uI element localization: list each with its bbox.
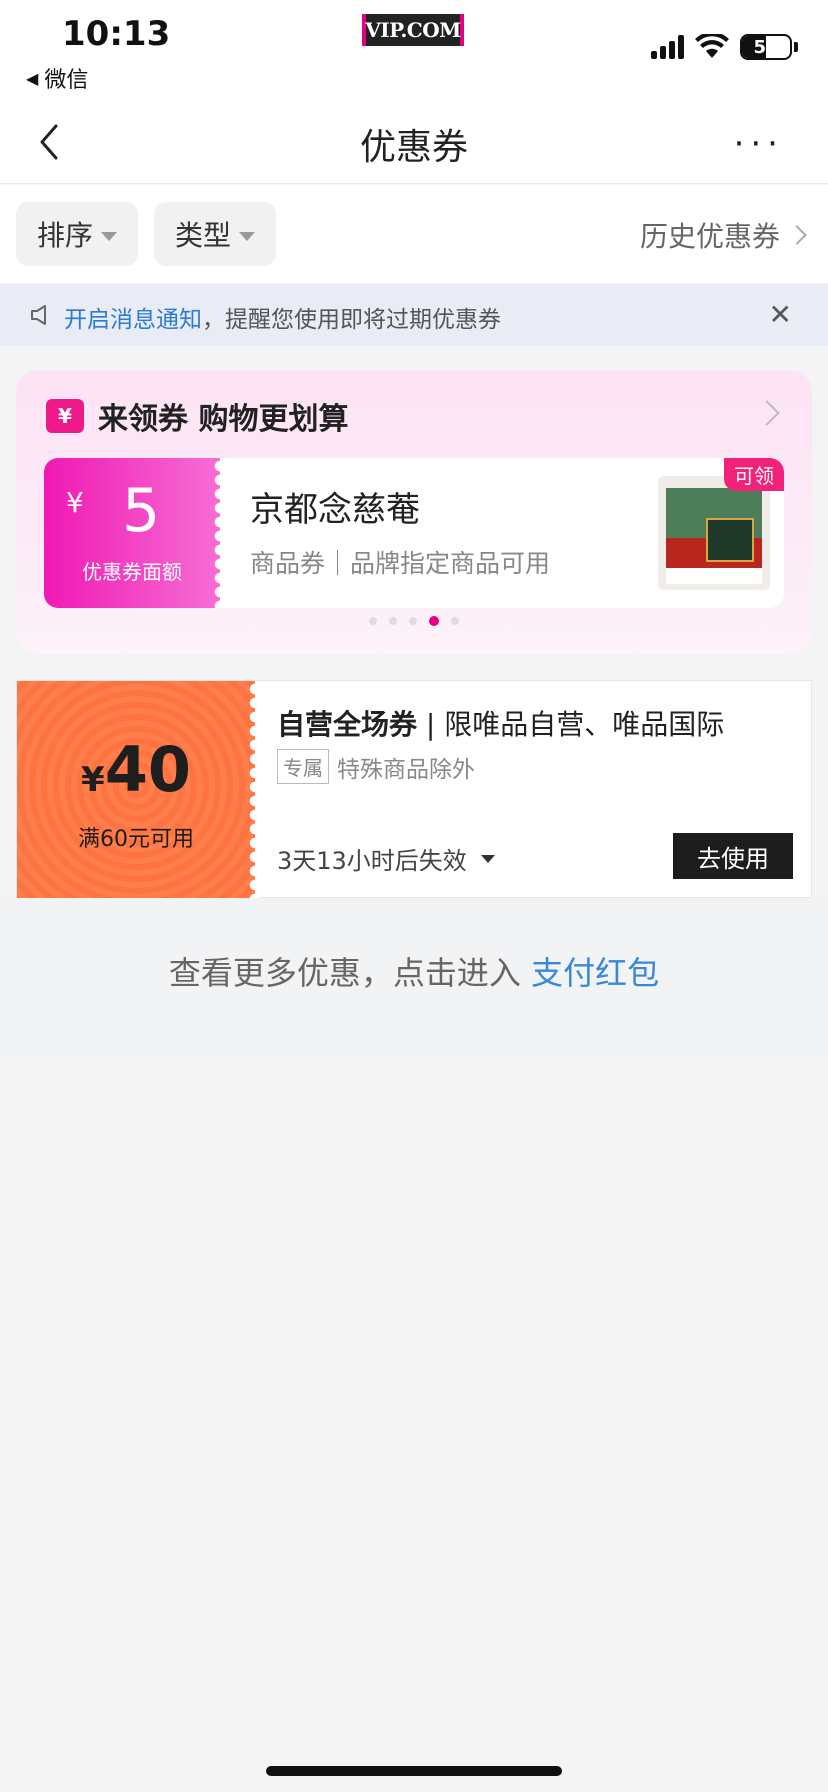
back-triangle-icon: ◀	[26, 68, 39, 88]
promo-coupon-card[interactable]: ¥ 5 优惠券面额 京都念慈菴 商品券｜品牌指定商品可用 可领	[44, 458, 784, 608]
expiry-text: 3天13小时后失效	[277, 847, 467, 875]
more-menu-icon[interactable]: ···	[734, 124, 784, 164]
filter-bar: 排序 类型 历史优惠券	[0, 185, 828, 283]
type-dropdown[interactable]: 类型	[154, 202, 276, 266]
coupon-tag-row: 专属 特殊商品除外	[277, 749, 475, 784]
promo-amount: 5	[122, 476, 161, 546]
promo-shop-name: 京都念慈菴	[250, 490, 420, 530]
coupon-currency: ¥	[81, 760, 105, 800]
coupon-value-panel: ¥40 满60元可用	[17, 681, 263, 899]
enable-notification-link[interactable]: 开启消息通知	[64, 307, 202, 333]
product-image	[666, 488, 762, 584]
home-indicator[interactable]	[266, 1766, 562, 1776]
chevron-right-icon[interactable]	[754, 400, 780, 426]
vip-logo: VIP.COM	[362, 14, 464, 46]
sort-label: 排序	[36, 219, 93, 252]
coupon-amount: 40	[104, 733, 191, 806]
notice-text: 开启消息通知，提醒您使用即将过期优惠券	[64, 300, 501, 334]
history-label: 历史优惠券	[639, 220, 780, 253]
battery-cap	[794, 42, 798, 52]
payment-red-envelope-link[interactable]: 支付红包	[531, 954, 659, 992]
ticket-notch	[247, 681, 263, 899]
product-thumbnail	[658, 476, 770, 590]
more-offers-text: 查看更多优惠，点击进入 支付红包	[0, 948, 828, 994]
more-offers-label: 查看更多优惠，点击进入	[168, 954, 532, 992]
coupon-title-rest: | 限唯品自营、唯品国际	[417, 708, 725, 741]
system-icons: 50	[651, 34, 798, 60]
close-icon[interactable]: ✕	[769, 298, 792, 331]
caret-down-icon	[239, 231, 255, 241]
coupon-card: ¥40 满60元可用 自营全场券 | 限唯品自营、唯品国际 专属 特殊商品除外 …	[16, 680, 812, 899]
carousel-dot[interactable]	[409, 617, 417, 625]
status-time: 10:13	[62, 14, 171, 54]
ticket-notch	[212, 458, 228, 608]
promo-currency: ¥	[66, 486, 84, 519]
coupon-exclusion: 特殊商品除外	[337, 756, 475, 783]
coupon-title-bold: 自营全场券	[277, 708, 418, 741]
promo-title: 来领券 购物更划算	[98, 402, 349, 437]
use-coupon-button[interactable]: 去使用	[673, 833, 793, 879]
battery-icon: 50	[740, 34, 792, 60]
more-offers-area: 查看更多优惠，点击进入 支付红包	[0, 898, 828, 1058]
promo-coupon-value: ¥ 5 优惠券面额	[44, 458, 228, 608]
coupon-title: 自营全场券 | 限唯品自营、唯品国际	[277, 703, 724, 743]
promo-description: 商品券｜品牌指定商品可用	[250, 549, 551, 578]
status-bar: 10:13 ◀ 微信 VIP.COM 50	[0, 0, 828, 100]
carousel-dot[interactable]	[451, 617, 459, 625]
sort-dropdown[interactable]: 排序	[16, 202, 138, 266]
exclusive-tag: 专属	[277, 749, 329, 784]
ticket-yen-icon: ¥	[46, 399, 84, 433]
coupon-condition: 满60元可用	[78, 827, 194, 852]
type-label: 类型	[174, 219, 231, 252]
caret-down-icon	[480, 854, 495, 863]
back-to-app-link[interactable]: ◀ 微信	[26, 62, 88, 94]
notification-banner: 开启消息通知，提醒您使用即将过期优惠券 ✕	[0, 284, 828, 346]
chevron-right-icon	[787, 225, 807, 245]
promo-header[interactable]: ¥ 来领券 购物更划算	[46, 394, 348, 438]
page-title: 优惠券	[359, 127, 468, 168]
expiry-dropdown[interactable]: 3天13小时后失效	[277, 841, 495, 876]
nav-bar: 优惠券 ···	[0, 100, 828, 184]
speaker-icon	[31, 305, 46, 325]
caret-down-icon	[101, 231, 117, 241]
promo-amount-label: 优惠券面额	[82, 560, 182, 584]
notice-message: ，提醒您使用即将过期优惠券	[202, 307, 501, 333]
promo-coupon-panel: ¥ 来领券 购物更划算 ¥ 5 优惠券面额 京都念慈菴 商品券｜品牌指定商品可用…	[16, 370, 812, 654]
back-app-label: 微信	[44, 68, 89, 93]
wifi-icon	[695, 34, 729, 58]
coupon-value: ¥40	[17, 733, 255, 806]
carousel-dots	[16, 616, 812, 626]
claimable-badge: 可领	[724, 458, 784, 491]
carousel-dot[interactable]	[429, 616, 439, 626]
cellular-signal-icon	[651, 35, 684, 59]
battery-level: 50	[753, 36, 779, 58]
carousel-dot[interactable]	[389, 617, 397, 625]
carousel-dot[interactable]	[369, 617, 377, 625]
history-coupons-link[interactable]: 历史优惠券	[639, 215, 807, 255]
